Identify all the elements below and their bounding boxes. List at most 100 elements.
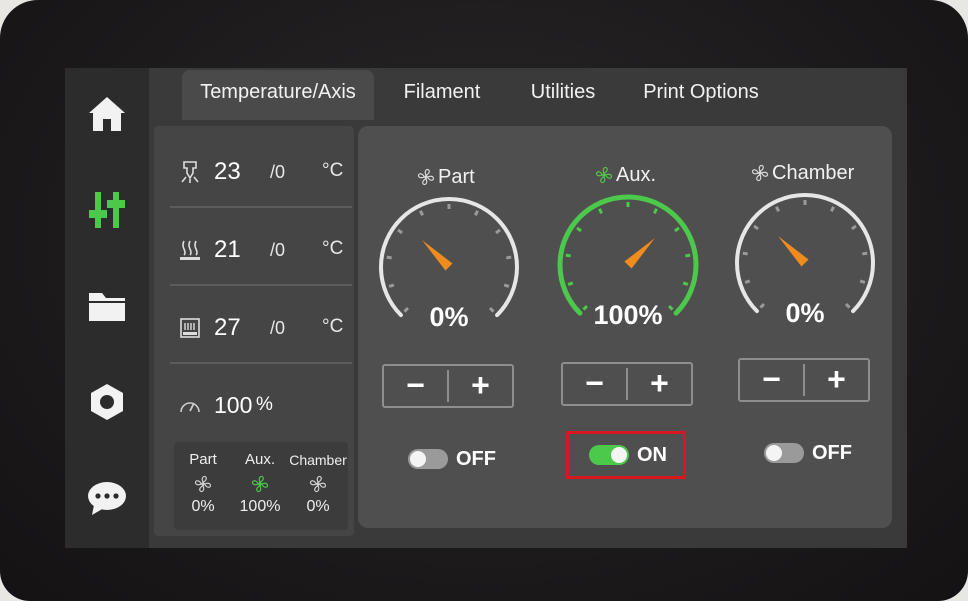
fan-summary-chamber-name: Chamber — [289, 452, 347, 468]
fan-icon — [194, 475, 212, 493]
gauge-tick — [495, 228, 501, 235]
nozzle-temp-target: /0 — [270, 162, 286, 182]
fan-active-icon — [595, 166, 613, 184]
chamber-temp-value: 27 — [214, 314, 241, 341]
chamber-fan-toggle-label: OFF — [812, 441, 852, 464]
nav-settings[interactable] — [85, 380, 129, 424]
gauge-tick — [386, 255, 392, 260]
speed-unit: % — [256, 394, 273, 415]
fan-summary-aux-name: Aux. — [244, 451, 275, 468]
gauge-needle — [624, 238, 655, 269]
gauge-fill — [557, 194, 699, 316]
aux-fan-percent: 100% — [593, 300, 663, 330]
chamber-fan-toggle[interactable]: OFF — [764, 438, 852, 468]
gauge-tick — [744, 279, 751, 284]
aux-fan-name: Aux. — [616, 163, 657, 186]
gauge-tick — [506, 255, 512, 260]
bed-temp-unit: °C — [322, 238, 344, 259]
part-fan-name: Part — [438, 165, 475, 188]
gauge-tick — [829, 206, 835, 213]
fan-icon — [417, 168, 435, 186]
tab-temperature-axis[interactable]: Temperature/Axis — [182, 70, 374, 120]
tab-utilities[interactable]: Utilities — [518, 70, 608, 120]
part-fan-decrease-button[interactable]: − — [384, 366, 447, 406]
speed-value: 100 — [214, 392, 253, 418]
settings-nut-icon — [91, 384, 123, 420]
fan-summary-part: Part 0% — [174, 450, 232, 516]
part-fan-stepper: − + — [382, 364, 514, 408]
chamber-fan-decrease-button[interactable]: − — [740, 360, 803, 400]
gauge-track — [735, 193, 875, 314]
part-fan-switch[interactable] — [408, 449, 448, 469]
part-fan-increase-button[interactable]: + — [449, 366, 512, 406]
nozzle-temp-row[interactable]: 23 /0 °C — [170, 136, 352, 208]
gauge-tick — [576, 226, 582, 233]
gauge-tick — [503, 283, 510, 288]
gauge-tick — [859, 279, 866, 284]
chamber-fan-increase-button[interactable]: + — [805, 360, 868, 400]
part-fan-label: Part — [416, 164, 475, 190]
control-sliders-icon — [89, 192, 125, 228]
fan-summary-aux: Aux. 100% — [231, 450, 289, 516]
nav-messages[interactable] — [85, 476, 129, 520]
gauge-tick — [775, 206, 781, 213]
switch-knob — [410, 451, 426, 467]
nozzle-temp-unit: °C — [322, 160, 344, 181]
speed-gauge-icon — [180, 402, 200, 413]
chat-bubble-icon — [88, 482, 126, 515]
speed-row[interactable]: 100 % — [170, 370, 352, 440]
chamber-icon — [180, 318, 200, 338]
part-fan-percent: 0% — [429, 302, 469, 332]
nozzle-icon — [181, 161, 199, 183]
tab-print-options[interactable]: Print Options — [632, 70, 770, 120]
aux-fan-stepper: − + — [561, 362, 693, 406]
switch-knob — [766, 445, 782, 461]
gauge-tick — [685, 253, 691, 258]
gauge-tick — [674, 226, 680, 233]
gauge-tick — [753, 224, 759, 231]
aux-fan-decrease-button[interactable]: − — [563, 364, 626, 404]
fan-summary-part-name: Part — [189, 451, 217, 468]
chamber-temp-target: /0 — [270, 318, 286, 338]
part-fan-toggle-label: OFF — [456, 447, 496, 470]
nav-control[interactable] — [85, 188, 129, 232]
chamber-fan-name: Chamber — [772, 161, 855, 184]
gauge-tick — [652, 208, 658, 215]
gauge-tick — [388, 283, 395, 288]
chamber-fan-percent: 0% — [785, 298, 825, 328]
gauge-tick — [565, 253, 571, 258]
part-fan-toggle[interactable]: OFF — [408, 444, 496, 474]
gauge-track — [379, 197, 519, 318]
nav-home[interactable] — [85, 92, 129, 136]
gauge-tick — [397, 228, 403, 235]
gauge-tick — [851, 224, 857, 231]
fan-icon — [309, 475, 327, 493]
gauge-needle — [778, 236, 809, 267]
chamber-temp-row[interactable]: 27 /0 °C — [170, 292, 352, 364]
aux-fan-label: Aux. — [594, 162, 656, 188]
folder-icon — [89, 293, 125, 321]
gauge-tick — [598, 208, 604, 215]
bed-temp-target: /0 — [270, 240, 286, 260]
gauge-tick — [419, 210, 425, 217]
tab-filament[interactable]: Filament — [392, 70, 492, 120]
nav-files[interactable] — [85, 284, 129, 328]
gauge-tick — [862, 251, 868, 256]
heatbed-icon — [180, 240, 200, 260]
fan-summary-aux-value: 100% — [239, 498, 281, 515]
fan-active-icon — [251, 475, 269, 493]
gauge-tick — [682, 281, 689, 286]
gauge-tick — [567, 281, 574, 286]
nozzle-temp-value: 23 — [214, 158, 241, 185]
chamber-fan-label: Chamber — [750, 160, 854, 186]
chamber-fan-switch[interactable] — [764, 443, 804, 463]
fan-icon — [751, 164, 769, 182]
chamber-fan-stepper: − + — [738, 358, 870, 402]
fan-summary-part-value: 0% — [191, 498, 215, 515]
gauge-tick — [473, 210, 479, 217]
aux-fan-increase-button[interactable]: + — [628, 364, 691, 404]
bed-temp-row[interactable]: 21 /0 °C — [170, 214, 352, 286]
gauge-tick — [742, 251, 748, 256]
home-icon — [89, 97, 125, 131]
bed-temp-value: 21 — [214, 236, 241, 263]
